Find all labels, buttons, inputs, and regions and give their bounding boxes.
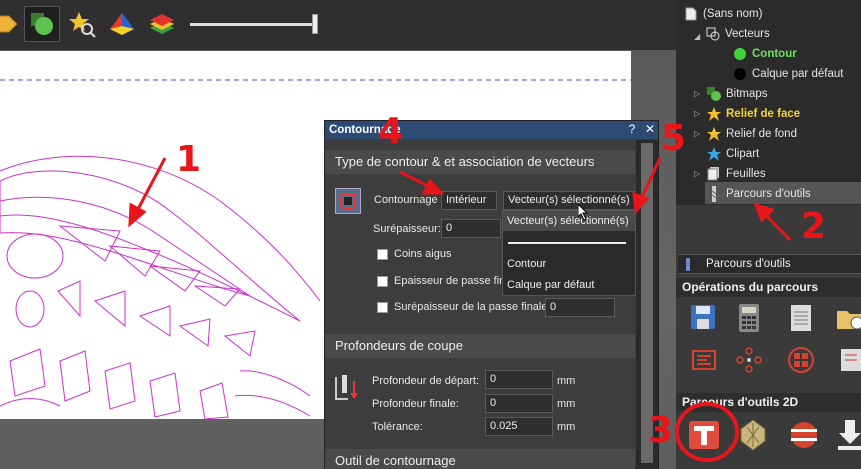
expand-triangle-icon[interactable]: ▷ bbox=[694, 89, 700, 98]
vector-selection-select[interactable]: Vecteur(s) sélectionné(s) bbox=[503, 191, 637, 210]
document-icon bbox=[684, 7, 698, 21]
vectors-view-icon[interactable] bbox=[24, 6, 60, 42]
merge-toolpaths-icon[interactable] bbox=[688, 344, 720, 376]
toolpaths-tab[interactable]: Parcours d'outils bbox=[678, 254, 861, 274]
pyramid-icon[interactable] bbox=[104, 6, 140, 42]
tree-item-label: Vecteurs bbox=[725, 28, 770, 40]
tree-item-label: Parcours d'outils bbox=[726, 188, 811, 200]
annotation-number-1: 1 bbox=[176, 139, 202, 180]
dropdown-option[interactable]: Vecteur(s) sélectionné(s) bbox=[507, 215, 629, 227]
toolpaths2d-header: Parcours d'outils 2D bbox=[676, 393, 861, 412]
tree-item-toolpaths[interactable]: Parcours d'outils bbox=[707, 185, 811, 203]
grid-layout-icon[interactable] bbox=[785, 344, 817, 376]
tree-item-label: Relief de fond bbox=[726, 128, 797, 140]
help-button[interactable]: ? bbox=[625, 122, 639, 136]
black-dot-icon bbox=[733, 67, 747, 81]
calculator-icon[interactable] bbox=[733, 302, 765, 334]
main-toolbar bbox=[0, 0, 676, 50]
blue-star-icon bbox=[707, 147, 721, 161]
sharp-corners-label: Coins aigus bbox=[394, 248, 452, 260]
contour-label: Contournage bbox=[374, 194, 438, 206]
annotation-number-2: 2 bbox=[801, 206, 827, 247]
tolerance-input[interactable]: 0.025 bbox=[485, 417, 553, 436]
expand-triangle-icon[interactable]: ▷ bbox=[694, 129, 700, 138]
tree-item-clipart[interactable]: Clipart bbox=[707, 145, 759, 163]
drilling-toolpath-icon[interactable] bbox=[786, 417, 822, 453]
template-icon[interactable] bbox=[834, 344, 861, 376]
tree-item-root[interactable]: (Sans nom) bbox=[684, 5, 762, 23]
profile-preview-icon bbox=[335, 188, 361, 214]
start-depth-unit: mm bbox=[557, 375, 576, 387]
zoom-slider-thumb[interactable] bbox=[312, 14, 318, 34]
notes-icon[interactable] bbox=[785, 302, 817, 334]
end-depth-label: Profondeur finale: bbox=[372, 398, 459, 410]
tree-item-sheets[interactable]: Feuilles bbox=[707, 165, 766, 183]
tree-item-vectors[interactable]: Vecteurs bbox=[706, 25, 770, 43]
dropdown-option[interactable]: Calque par défaut bbox=[507, 279, 594, 291]
zoom-slider-track[interactable] bbox=[190, 23, 316, 26]
tree-item-label: Bitmaps bbox=[726, 88, 768, 100]
end-depth-unit: mm bbox=[557, 398, 576, 410]
tree-item-default-layer[interactable]: Calque par défaut bbox=[733, 65, 843, 83]
tree-item-label: Feuilles bbox=[726, 168, 766, 180]
save-toolpath-icon[interactable] bbox=[688, 302, 720, 334]
annotation-number-3: 3 bbox=[648, 410, 674, 451]
contour-type-select[interactable]: Intérieur bbox=[441, 191, 497, 210]
green-dot-icon bbox=[733, 47, 747, 61]
section-cut-depths: Profondeurs de coupe bbox=[325, 334, 635, 358]
section-contour-type: Type de contour & et association de vect… bbox=[325, 150, 635, 174]
download-toolpath-icon[interactable] bbox=[832, 417, 861, 453]
dialog-title: Contournage bbox=[325, 121, 658, 139]
dropdown-option[interactable]: Contour bbox=[507, 258, 546, 270]
expand-triangle-icon[interactable]: ▷ bbox=[694, 169, 700, 178]
tree-item-label: (Sans nom) bbox=[703, 8, 763, 20]
collapse-triangle-icon[interactable]: ◢ bbox=[694, 32, 700, 41]
tree-item-back-relief[interactable]: Relief de fond bbox=[707, 125, 797, 143]
yellow-star-icon bbox=[707, 127, 721, 141]
finish-pass-overthickness-label: Surépaisseur de la passe finale bbox=[394, 301, 548, 313]
overthickness-input[interactable]: 0 bbox=[441, 219, 501, 238]
annotation-number-4: 4 bbox=[378, 111, 404, 152]
orange-arrow-icon[interactable] bbox=[0, 6, 22, 42]
operations-header: Opérations du parcours bbox=[676, 278, 861, 297]
depth-diagram-icon bbox=[334, 373, 360, 403]
start-depth-label: Profondeur de départ: bbox=[372, 375, 480, 387]
tree-item-contour-layer[interactable]: Contour bbox=[733, 45, 797, 63]
tab-marker-icon bbox=[686, 258, 690, 271]
profile-toolpath-icon[interactable] bbox=[686, 417, 722, 453]
tab-label: Parcours d'outils bbox=[706, 258, 791, 270]
tree-item-label: Calque par défaut bbox=[752, 68, 844, 80]
tree-item-label: Relief de face bbox=[726, 108, 801, 120]
tree-item-bitmaps[interactable]: Bitmaps bbox=[707, 85, 768, 103]
tree-item-label: Contour bbox=[752, 48, 797, 60]
tolerance-unit: mm bbox=[557, 421, 576, 433]
overthickness-label: Surépaisseur: bbox=[373, 223, 441, 235]
close-button[interactable]: ✕ bbox=[643, 122, 657, 136]
star-zoom-icon[interactable] bbox=[64, 6, 100, 42]
bitmaps-icon bbox=[707, 87, 721, 101]
sharp-corners-checkbox[interactable] bbox=[377, 249, 388, 260]
start-depth-input[interactable]: 0 bbox=[485, 370, 553, 389]
yellow-star-icon bbox=[707, 107, 721, 121]
endmill-icon bbox=[707, 186, 721, 202]
section-contour-tool: Outil de contournage bbox=[325, 449, 635, 469]
annotation-number-5: 5 bbox=[661, 118, 687, 159]
expand-triangle-icon[interactable]: ▷ bbox=[694, 109, 700, 118]
dropdown-separator bbox=[508, 242, 626, 244]
vectors-layer-icon bbox=[706, 27, 720, 41]
tree-item-front-relief[interactable]: Relief de face bbox=[707, 105, 800, 123]
folder-clock-icon[interactable] bbox=[834, 302, 861, 334]
finish-pass-thickness-checkbox[interactable] bbox=[377, 276, 388, 287]
pocket-toolpath-icon[interactable] bbox=[735, 417, 771, 453]
mouse-cursor-icon bbox=[577, 202, 590, 223]
tree-item-label: Clipart bbox=[726, 148, 760, 160]
points-pattern-icon[interactable] bbox=[733, 344, 765, 376]
finish-pass-overthickness-input[interactable]: 0 bbox=[545, 298, 615, 317]
layers-rainbow-icon[interactable] bbox=[144, 6, 180, 42]
sheets-icon bbox=[707, 167, 721, 181]
end-depth-input[interactable]: 0 bbox=[485, 394, 553, 413]
tolerance-label: Tolérance: bbox=[372, 421, 423, 433]
finish-pass-overthickness-checkbox[interactable] bbox=[377, 302, 388, 313]
